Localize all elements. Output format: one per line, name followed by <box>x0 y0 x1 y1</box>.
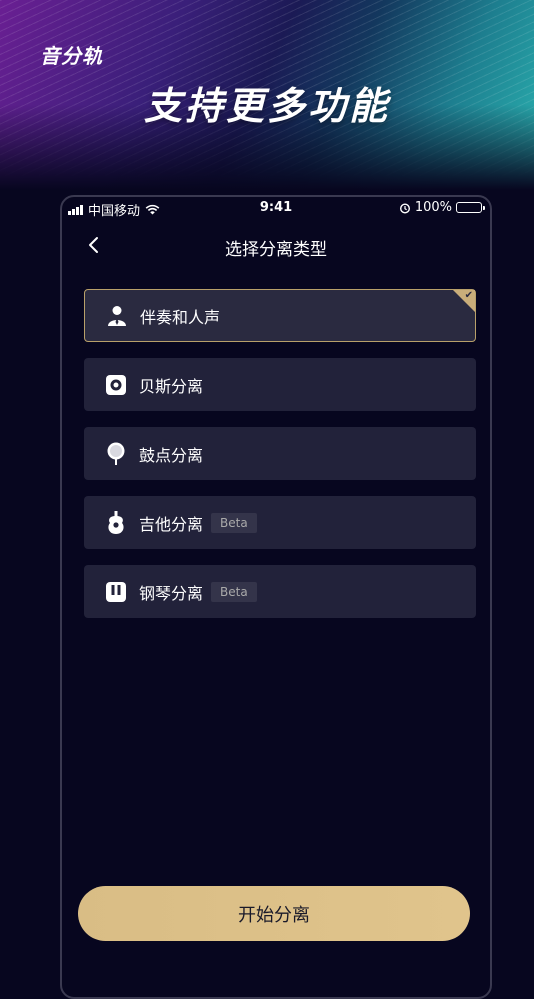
status-bar: 中国移动 9:41 100% <box>62 197 490 221</box>
option-label: 伴奏和人声 <box>140 307 221 327</box>
option-label: 吉他分离 <box>139 514 204 534</box>
battery-icon <box>456 202 485 213</box>
beta-badge: Beta <box>211 581 257 602</box>
option-drums[interactable]: 鼓点分离 <box>84 427 476 480</box>
option-guitar[interactable]: 吉他分离 Beta <box>84 496 476 549</box>
option-piano[interactable]: 钢琴分离 Beta <box>84 565 476 618</box>
alarm-icon <box>399 202 410 214</box>
separation-type-list: 伴奏和人声 ✔ 贝斯分离 鼓点分离 吉他分离 Beta 钢琴分离 Beta <box>84 289 476 634</box>
start-separation-button[interactable]: 开始分离 <box>78 886 470 941</box>
speaker-icon <box>105 374 127 396</box>
option-bass[interactable]: 贝斯分离 <box>84 358 476 411</box>
app-brand: 音分轨 <box>40 44 103 68</box>
beta-badge: Beta <box>211 512 257 533</box>
guitar-icon <box>105 510 127 534</box>
option-label: 钢琴分离 <box>139 583 204 603</box>
piano-icon <box>105 581 127 603</box>
option-label: 鼓点分离 <box>139 445 204 465</box>
page-title: 选择分离类型 <box>225 240 327 260</box>
battery-percent: 100% <box>414 200 452 215</box>
option-label: 贝斯分离 <box>139 376 204 396</box>
person-icon <box>106 305 128 327</box>
drumstick-icon <box>105 442 127 465</box>
phone-frame: 中国移动 9:41 100% 选择分离类型 伴奏和人声 ✔ 贝斯分离 鼓点分离 … <box>60 195 492 999</box>
hero-banner: 音分轨 支持更多功能 <box>0 0 534 190</box>
nav-bar: 选择分离类型 <box>62 225 490 265</box>
check-icon: ✔ <box>464 290 473 301</box>
hero-headline: 支持更多功能 <box>143 84 390 128</box>
option-vocal-accompaniment[interactable]: 伴奏和人声 ✔ <box>84 289 476 342</box>
